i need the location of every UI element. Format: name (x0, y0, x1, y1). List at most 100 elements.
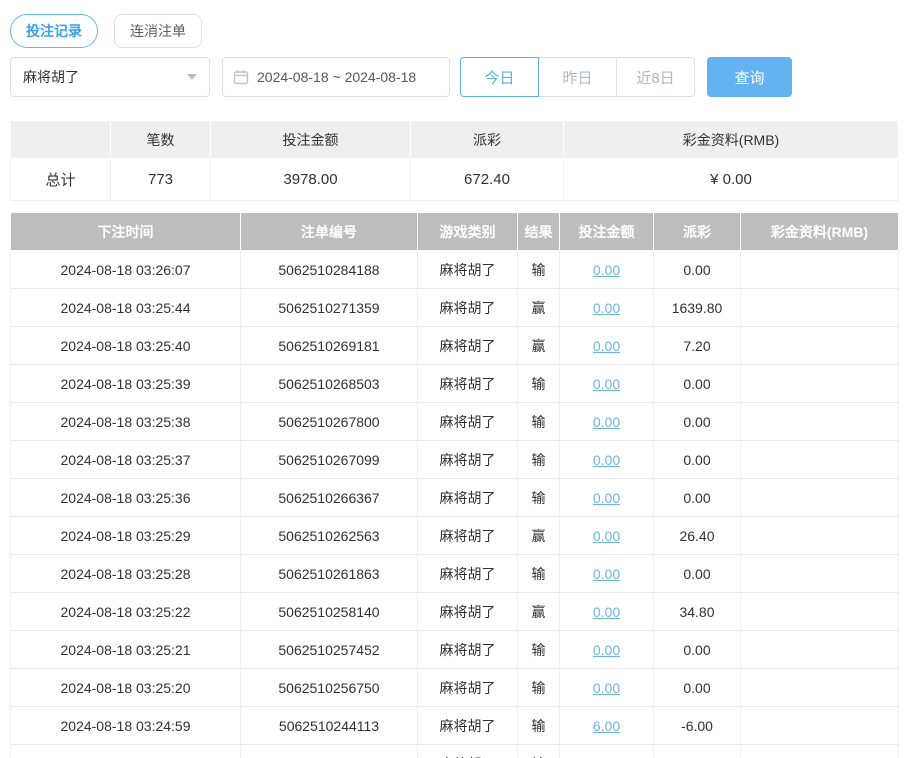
cell-payout: 0.00 (653, 440, 741, 479)
cell-payout: 34.80 (653, 592, 741, 631)
cell-bonus (740, 478, 899, 517)
bet-amount-link[interactable]: 6.00 (593, 718, 620, 734)
cell-order-number: 5062510244113 (240, 706, 418, 745)
cell-bet-time: 2024-08-18 03:25:29 (10, 516, 241, 555)
cell-bet-amount: 0.00 (559, 478, 654, 517)
bet-amount-link[interactable]: 0.00 (593, 528, 620, 544)
game-select[interactable]: 麻将胡了 (10, 57, 210, 97)
cell-result: 输 (517, 706, 560, 745)
bet-table: 下注时间 注单编号 游戏类别 结果 投注金额 派彩 彩金资料(RMB) 2024… (10, 212, 899, 758)
cell-bet-amount: 0.00 (559, 402, 654, 441)
bet-amount-link[interactable]: 0.00 (593, 604, 620, 620)
bet-amount-link[interactable]: 0.00 (593, 642, 620, 658)
date-range-input[interactable]: 2024-08-18 ~ 2024-08-18 (222, 57, 450, 97)
cell-bet-amount: 0.00 (559, 668, 654, 707)
cell-payout: 7.20 (653, 326, 741, 365)
cell-bet-time: 2024-08-18 03:25:39 (10, 364, 241, 403)
summary-total-label: 总计 (10, 158, 111, 201)
quick-btn-today[interactable]: 今日 (460, 57, 539, 97)
header-bonus: 彩金资料(RMB) (740, 212, 899, 251)
cell-result: 输 (517, 250, 560, 289)
cell-payout: 1639.80 (653, 288, 741, 327)
cell-order-number: 5062510262563 (240, 516, 418, 555)
cell-order-number: 5062510266367 (240, 478, 418, 517)
bet-amount-link[interactable]: 0.00 (593, 338, 620, 354)
bet-amount-link[interactable]: 0.00 (593, 414, 620, 430)
bet-table-header-row: 下注时间 注单编号 游戏类别 结果 投注金额 派彩 彩金资料(RMB) (10, 212, 899, 251)
quick-btn-last8days[interactable]: 近8日 (616, 57, 695, 97)
cell-bet-amount: 0.00 (559, 554, 654, 593)
filter-bar: 麻将胡了 2024-08-18 ~ 2024-08-18 今日 昨日 近8日 查… (0, 48, 908, 97)
summary-header-bonus: 彩金资料(RMB) (563, 120, 899, 159)
date-range-value: 2024-08-18 ~ 2024-08-18 (257, 69, 417, 85)
cell-game-type: 麻将胡了 (417, 630, 518, 669)
cell-bet-time: 2024-08-18 03:24:59 (10, 706, 241, 745)
table-row: 2024-08-18 03:26:07 5062510284188 麻将胡了输 0.0… (10, 250, 899, 289)
cell-result: 输 (517, 440, 560, 479)
table-row: 2024-08-18 03:25:38 5062510267800 麻将胡了输 0.0… (10, 402, 899, 441)
header-bet-amount: 投注金额 (559, 212, 654, 251)
summary-total-bet-amount: 3978.00 (210, 158, 411, 201)
cell-bet-time: 2024-08-18 03:25:44 (10, 288, 241, 327)
table-row: 2024-08-18 03:25:39 5062510268503 麻将胡了输 0.0… (10, 364, 899, 403)
cell-bet-amount: 6.00 (559, 706, 654, 745)
bet-amount-link[interactable]: 0.00 (593, 452, 620, 468)
table-row: 2024-08-18 03:25:36 5062510266367 麻将胡了输 0.0… (10, 478, 899, 517)
bet-amount-link[interactable]: 0.00 (593, 262, 620, 278)
cell-result: 输 (517, 744, 560, 758)
bet-amount-link[interactable]: 0.00 (593, 376, 620, 392)
cell-bonus (740, 630, 899, 669)
cell-game-type: 麻将胡了 (417, 554, 518, 593)
table-row: 2024-08-18 03:25:29 5062510262563 麻将胡了赢 0.0… (10, 516, 899, 555)
cell-order-number: 5062510269181 (240, 326, 418, 365)
quick-btn-yesterday[interactable]: 昨日 (538, 57, 617, 97)
cell-bonus (740, 516, 899, 555)
cell-payout: 0.00 (653, 250, 741, 289)
header-bet-time: 下注时间 (10, 212, 241, 251)
header-order-number: 注单编号 (240, 212, 418, 251)
summary-total-bonus: ¥ 0.00 (563, 158, 899, 201)
cell-bonus (740, 440, 899, 479)
tab-cancelled-orders[interactable]: 连消注单 (114, 14, 202, 48)
bet-amount-link[interactable]: 0.00 (593, 680, 620, 696)
cell-game-type: 麻将胡了 (417, 440, 518, 479)
cell-payout: 26.40 (653, 516, 741, 555)
summary-total-count: 773 (110, 158, 211, 201)
table-row: 2024-08-18 03:24:525062510242034麻将胡了输6.0… (10, 744, 899, 758)
game-select-value: 麻将胡了 (23, 69, 79, 85)
cell-bet-amount: 0.00 (559, 364, 654, 403)
table-row: 2024-08-18 03:25:44 5062510271359 麻将胡了赢 0.0… (10, 288, 899, 327)
cell-result: 赢 (517, 516, 560, 555)
cell-bet-amount: 0.00 (559, 250, 654, 289)
cell-bet-time: 2024-08-18 03:25:36 (10, 478, 241, 517)
cell-game-type: 麻将胡了 (417, 668, 518, 707)
cell-game-type: 麻将胡了 (417, 250, 518, 289)
search-button[interactable]: 查询 (707, 57, 792, 97)
cell-bet-amount: 0.00 (559, 288, 654, 327)
summary-header-bet-amount: 投注金额 (210, 120, 411, 159)
cell-order-number: 5062510284188 (240, 250, 418, 289)
bet-amount-link[interactable]: 0.00 (593, 300, 620, 316)
header-payout: 派彩 (653, 212, 741, 251)
cell-order-number: 5062510242034 (240, 744, 418, 758)
cell-order-number: 5062510268503 (240, 364, 418, 403)
cell-bet-time: 2024-08-18 03:26:07 (10, 250, 241, 289)
table-row: 2024-08-18 03:25:37 5062510267099 麻将胡了输 0.0… (10, 440, 899, 479)
cell-result: 输 (517, 630, 560, 669)
cell-bonus (740, 326, 899, 365)
top-tabs: 投注记录 连消注单 (0, 0, 908, 48)
cell-payout: 0.00 (653, 668, 741, 707)
summary-total-row: 总计 773 3978.00 672.40 ¥ 0.00 (10, 158, 899, 201)
cell-bonus (740, 744, 899, 758)
table-row: 2024-08-18 03:25:21 5062510257452 麻将胡了输 0.0… (10, 630, 899, 669)
cell-game-type: 麻将胡了 (417, 478, 518, 517)
bet-amount-link[interactable]: 0.00 (593, 490, 620, 506)
cell-payout: 0.00 (653, 554, 741, 593)
cell-bet-time: 2024-08-18 03:25:38 (10, 402, 241, 441)
cell-game-type: 麻将胡了 (417, 744, 518, 758)
cell-order-number: 5062510258140 (240, 592, 418, 631)
bet-amount-link[interactable]: 0.00 (593, 566, 620, 582)
cell-bonus (740, 706, 899, 745)
tab-bet-records[interactable]: 投注记录 (10, 14, 98, 48)
summary-header-blank (10, 120, 111, 159)
